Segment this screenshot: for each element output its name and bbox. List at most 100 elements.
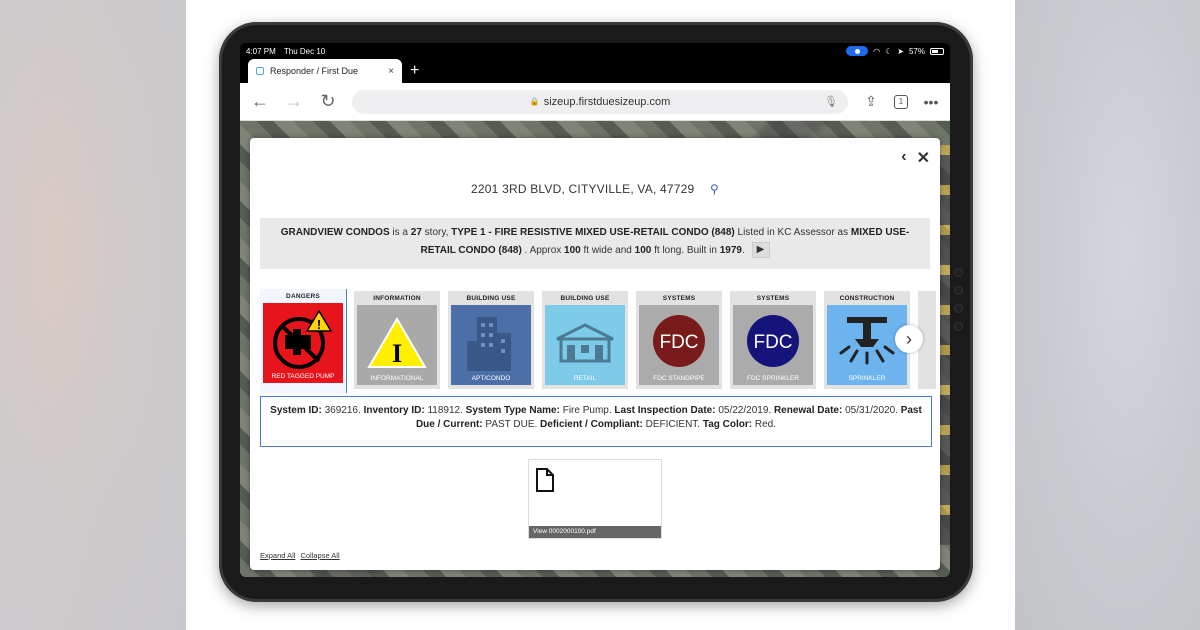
card-caption: SPRINKLER: [848, 375, 886, 382]
detail-value: 05/31/2020.: [842, 405, 901, 416]
card-dangers[interactable]: DANGERS ! RED TAGGED PUMP: [260, 289, 347, 393]
info-card-carousel: DANGERS ! RED TAGGED PUMP INFORMATION I …: [260, 289, 936, 393]
play-icon[interactable]: ▶: [751, 242, 770, 259]
card-caption: FDC SPRINKLER: [746, 375, 799, 382]
width-value: 100: [564, 245, 581, 256]
detail-label: System ID:: [270, 405, 322, 416]
fdc-sprinkler-icon: FDC FDC SPRINKLER: [733, 305, 813, 385]
tab-count-button[interactable]: 1: [894, 94, 908, 109]
sprinkler-head-icon: SPRINKLER: [827, 305, 907, 385]
more-icon[interactable]: •••: [922, 94, 940, 110]
pdf-attachment[interactable]: View 0002000100.pdf: [528, 459, 662, 539]
svg-text:I: I: [392, 339, 402, 368]
share-icon[interactable]: ⇪: [862, 93, 880, 110]
document-icon: [536, 468, 554, 492]
detail-value: PAST DUE.: [482, 419, 541, 430]
detail-label: Tag Color:: [702, 419, 753, 430]
building-name: GRANDVIEW CONDOS: [280, 227, 390, 238]
detail-value: Red.: [752, 419, 777, 430]
detail-label: Last Inspection Date:: [614, 405, 716, 416]
card-building-use-retail[interactable]: BUILDING USE RETAIL: [542, 291, 628, 389]
address-header: 2201 3RD BLVD, CITYVILLE, VA, 47729 ⚲: [250, 182, 940, 196]
detail-value: 05/22/2019.: [715, 405, 774, 416]
forward-button[interactable]: →: [284, 91, 304, 112]
card-building-use-apt[interactable]: BUILDING USE APT/CONDO: [448, 291, 534, 389]
new-tab-button[interactable]: +: [410, 62, 419, 80]
chevron-left-icon[interactable]: ‹: [901, 148, 906, 168]
address-text: 2201 3RD BLVD, CITYVILLE, VA, 47729: [471, 182, 695, 196]
summary-text: . Approx: [521, 245, 565, 256]
battery-icon: [930, 47, 944, 55]
moon-icon: ☾: [885, 46, 893, 56]
card-caption: RED TAGGED PUMP: [271, 373, 335, 380]
summary-text: ft long. Built in: [651, 245, 720, 256]
card-category: CONSTRUCTION: [839, 295, 895, 302]
card-category: SYSTEMS: [662, 295, 696, 302]
summary-text: Listed in KC Assessor as: [734, 227, 851, 238]
location-icon: ➤: [897, 46, 904, 56]
tab-title: Responder / First Due: [270, 66, 359, 76]
battery-percent: 57%: [908, 46, 925, 56]
background-left: [0, 0, 186, 630]
detail-label: System Type Name:: [465, 405, 560, 416]
card-category: DANGERS: [286, 293, 320, 300]
card-category: SYSTEMS: [756, 295, 790, 302]
summary-text: is a: [389, 227, 411, 238]
back-button[interactable]: ←: [250, 91, 270, 112]
expand-all-link[interactable]: Expand All: [260, 551, 295, 560]
address-field[interactable]: 🔒 sizeup.firstduesizeup.com 🎙: [352, 89, 848, 114]
summary-text: story,: [421, 227, 452, 238]
browser-tab[interactable]: Responder / First Due ×: [248, 59, 402, 83]
card-category: BUILDING USE: [466, 295, 516, 302]
url-bar: ← → ↻ 🔒 sizeup.firstduesizeup.com 🎙 ⇪ 1 …: [240, 83, 950, 121]
expand-collapse-links: Expand All Collapse All: [260, 551, 340, 560]
card-caption: FDC STANDPIPE: [653, 375, 705, 382]
browser-tab-bar: Responder / First Due × +: [240, 59, 950, 83]
information-icon: I INFORMATIONAL: [357, 305, 437, 385]
tablet-screen: 4:07 PM Thu Dec 10 ◠ ☾ ➤ 57% Responder /…: [240, 43, 950, 577]
retail-store-icon: RETAIL: [545, 305, 625, 385]
tab-close-button[interactable]: ×: [388, 66, 394, 77]
card-information[interactable]: INFORMATION I INFORMATIONAL: [354, 291, 440, 389]
fdc-badge-text: FDC: [753, 332, 792, 353]
detail-value: 369216.: [321, 405, 364, 416]
summary-text: .: [741, 245, 745, 256]
length-value: 100: [634, 245, 652, 256]
url-text: sizeup.firstduesizeup.com: [543, 95, 671, 108]
year-built: 1979: [719, 245, 742, 256]
building-summary: GRANDVIEW CONDOS is a 27 story, TYPE 1 -…: [260, 218, 930, 269]
hierarchy-icon[interactable]: ⚲: [710, 182, 719, 196]
summary-text: ft wide and: [580, 245, 635, 256]
background-right: [1014, 0, 1200, 630]
detail-label: Renewal Date:: [773, 405, 843, 416]
detail-label: Inventory ID:: [363, 405, 425, 416]
building-info-modal: ‹ ✕ 2201 3RD BLVD, CITYVILLE, VA, 47729 …: [250, 138, 940, 570]
camera-indicator-icon: [846, 46, 869, 56]
fdc-badge-text: FDC: [659, 332, 698, 353]
close-icon[interactable]: ✕: [917, 148, 930, 168]
svg-text:!: !: [317, 317, 321, 332]
camera-dots: [954, 268, 963, 340]
card-systems-fdc-standpipe[interactable]: SYSTEMS FDC FDC STANDPIPE: [636, 291, 722, 389]
wifi-icon: ◠: [873, 46, 881, 56]
chevron-right-icon[interactable]: ›: [895, 325, 923, 353]
lock-icon: 🔒: [529, 97, 540, 106]
card-systems-fdc-sprinkler[interactable]: SYSTEMS FDC FDC SPRINKLER: [730, 291, 816, 389]
card-category: BUILDING USE: [560, 295, 610, 302]
status-date: Thu Dec 10: [283, 46, 326, 56]
detail-value: 118912.: [424, 405, 466, 416]
card-caption: INFORMATIONAL: [370, 375, 424, 382]
favicon-icon: [256, 67, 264, 75]
microphone-icon[interactable]: 🎙: [824, 95, 838, 108]
card-category: INFORMATION: [373, 295, 421, 302]
system-detail-panel: System ID: 369216. Inventory ID: 118912.…: [260, 396, 932, 447]
detail-value: Fire Pump.: [559, 405, 615, 416]
status-bar: 4:07 PM Thu Dec 10 ◠ ☾ ➤ 57%: [240, 43, 950, 59]
stories-value: 27: [410, 227, 422, 238]
detail-label: Deficient / Compliant:: [540, 419, 643, 430]
apartment-building-icon: APT/CONDO: [451, 305, 531, 385]
collapse-all-link[interactable]: Collapse All: [300, 551, 339, 560]
reload-button[interactable]: ↻: [318, 91, 338, 112]
construction-type: TYPE 1 - FIRE RESISTIVE MIXED USE-RETAIL…: [451, 227, 735, 238]
fdc-standpipe-icon: FDC FDC STANDPIPE: [639, 305, 719, 385]
